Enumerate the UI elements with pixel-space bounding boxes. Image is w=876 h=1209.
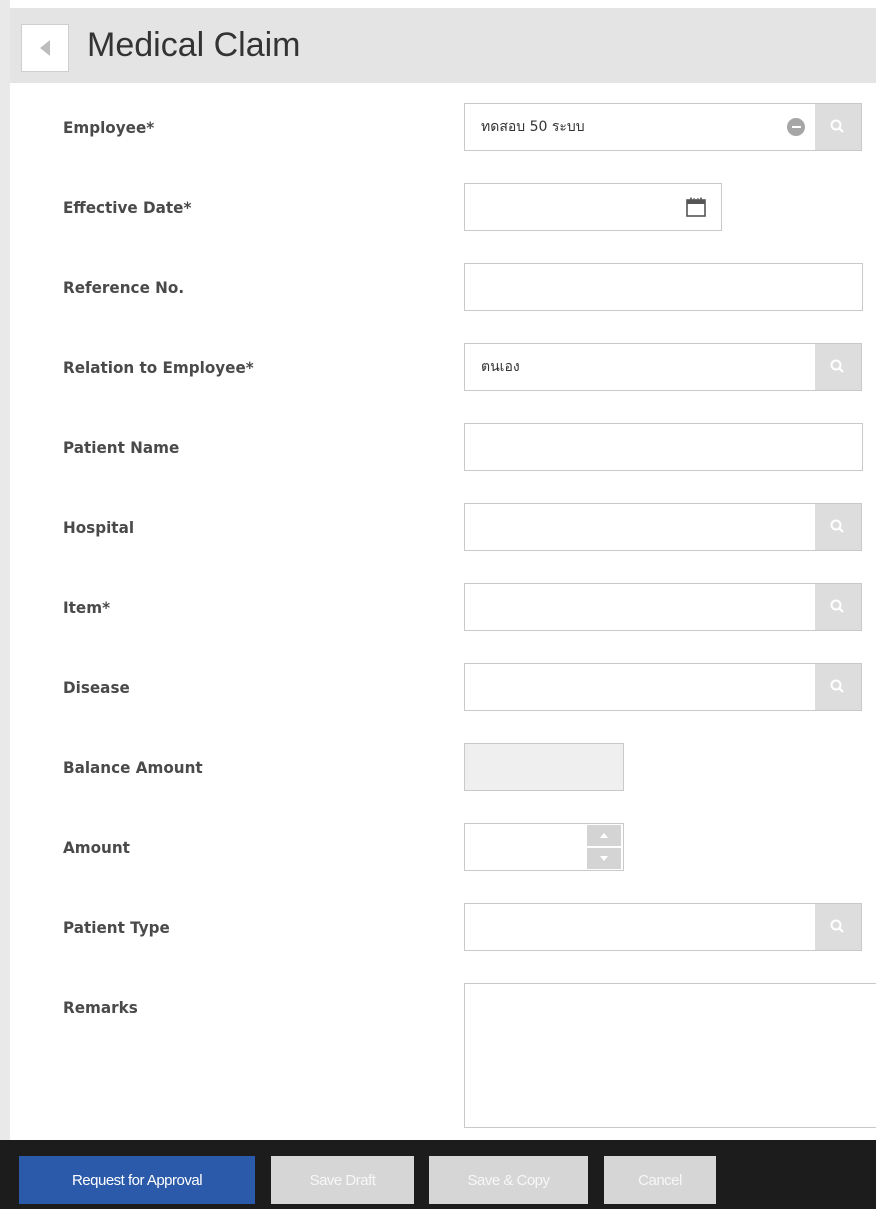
item-field[interactable]: [464, 583, 862, 631]
relation-field[interactable]: ตนเอง: [464, 343, 862, 391]
back-button[interactable]: [21, 24, 69, 72]
search-icon: [830, 599, 844, 613]
relation-value: ตนเอง: [481, 359, 520, 375]
patient-name-label: Patient Name: [63, 438, 180, 457]
employee-value: ทดสอบ 50 ระบบ: [481, 119, 585, 135]
employee-label: Employee*: [63, 118, 155, 137]
search-icon: [830, 679, 844, 693]
item-lookup-button[interactable]: [815, 584, 861, 630]
action-footer: Request for Approval Save Draft Save & C…: [0, 1140, 876, 1209]
effective-date-label: Effective Date*: [63, 198, 192, 217]
left-strip: [0, 0, 10, 1140]
patient-type-label: Patient Type: [63, 918, 170, 937]
top-strip: [0, 0, 876, 8]
page-title: Medical Claim: [87, 26, 301, 64]
employee-field[interactable]: ทดสอบ 50 ระบบ: [464, 103, 862, 151]
search-icon: [830, 519, 844, 533]
clear-employee-button[interactable]: [787, 118, 805, 136]
amount-stepper: [587, 824, 623, 870]
hospital-lookup-button[interactable]: [815, 504, 861, 550]
disease-field[interactable]: [464, 663, 862, 711]
patient-name-field[interactable]: [464, 423, 863, 471]
patient-type-lookup-button[interactable]: [815, 904, 861, 950]
minus-circle-icon: [791, 126, 801, 128]
caret-down-icon: [600, 856, 608, 861]
balance-amount-field: [464, 743, 624, 791]
relation-label: Relation to Employee*: [63, 358, 254, 377]
caret-up-icon: [600, 833, 608, 838]
search-icon: [830, 919, 844, 933]
remarks-label: Remarks: [63, 998, 138, 1017]
stepper-down-button[interactable]: [587, 848, 621, 869]
relation-lookup-button[interactable]: [815, 344, 861, 390]
amount-label: Amount: [63, 838, 130, 857]
balance-amount-label: Balance Amount: [63, 758, 203, 777]
search-icon: [830, 359, 844, 373]
reference-no-field[interactable]: [464, 263, 863, 311]
remarks-textarea[interactable]: [464, 983, 876, 1128]
patient-type-field[interactable]: [464, 903, 862, 951]
disease-label: Disease: [63, 678, 130, 697]
form-area: Employee* ทดสอบ 50 ระบบ Effective Date* …: [10, 83, 876, 1140]
effective-date-field[interactable]: [464, 183, 722, 231]
disease-lookup-button[interactable]: [815, 664, 861, 710]
hospital-label: Hospital: [63, 518, 135, 537]
page-header: Medical Claim: [10, 8, 876, 83]
employee-lookup-button[interactable]: [815, 104, 861, 150]
amount-field[interactable]: [464, 823, 624, 871]
item-label: Item*: [63, 598, 111, 617]
save-copy-button[interactable]: Save & Copy: [429, 1156, 588, 1204]
search-icon: [830, 119, 844, 133]
calendar-icon[interactable]: [685, 196, 707, 218]
save-draft-button[interactable]: Save Draft: [271, 1156, 414, 1204]
stepper-up-button[interactable]: [587, 825, 621, 846]
request-approval-button[interactable]: Request for Approval: [19, 1156, 255, 1204]
reference-no-label: Reference No.: [63, 278, 185, 297]
chevron-left-icon: [40, 40, 50, 56]
cancel-button[interactable]: Cancel: [604, 1156, 716, 1204]
hospital-field[interactable]: [464, 503, 862, 551]
